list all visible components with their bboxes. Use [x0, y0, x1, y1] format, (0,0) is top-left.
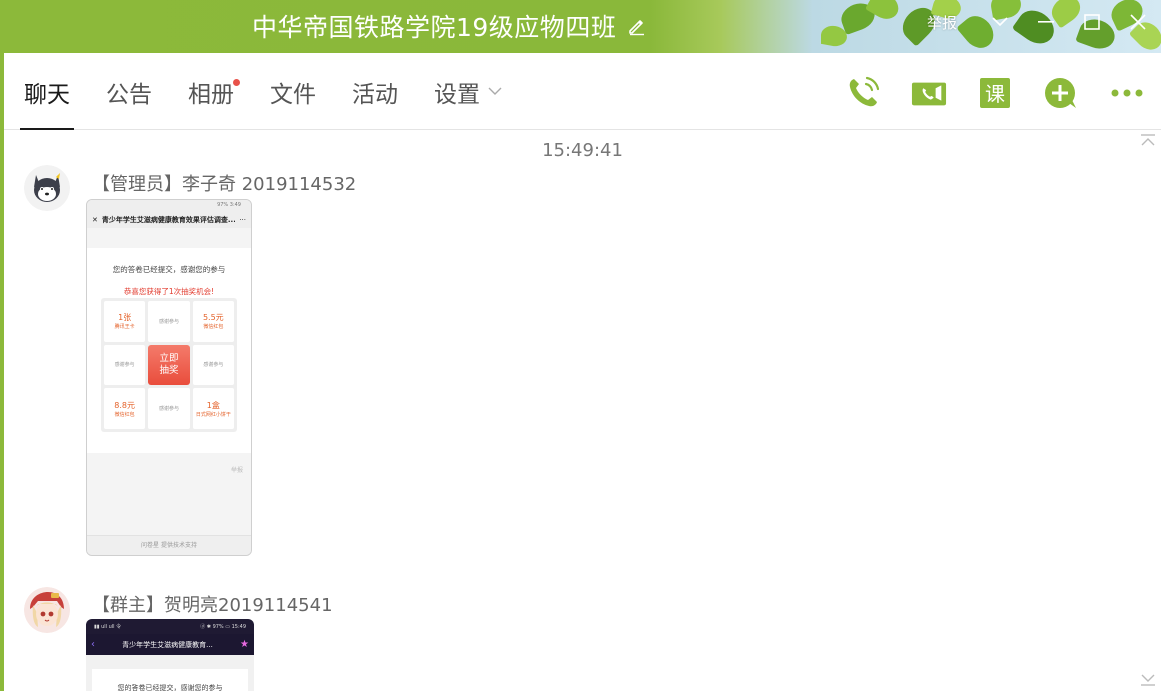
scroll-up-icon[interactable]: [1139, 133, 1157, 147]
prize-cell: 感谢参与: [148, 388, 190, 429]
tab-announcement[interactable]: 公告: [106, 53, 152, 130]
prize-name: 日式网红小饼干: [195, 411, 231, 418]
prize-amount: 5.5元: [202, 313, 224, 323]
status-bar: 97% 3:49: [87, 200, 251, 211]
image-message[interactable]: 97% 3:49 ✕ 青少年学生艾滋病健康教育效果评估调查... ··· 您的答…: [86, 199, 252, 556]
draw-button: 立即 抽奖: [148, 344, 190, 386]
chevron-down-icon[interactable]: [977, 0, 1023, 44]
survey-body: 您的答卷已经提交，感谢您的参与: [86, 655, 254, 691]
toolbar-actions: 课: [845, 75, 1145, 111]
star-icon: ★: [240, 639, 249, 650]
close-icon: ✕: [92, 215, 98, 224]
prize-name: 微信红包: [114, 411, 135, 418]
tab-chat[interactable]: 聊天: [20, 53, 74, 130]
window-controls: 举报: [927, 0, 1161, 44]
prize-cell: 1张 腾讯王卡: [104, 301, 146, 342]
survey-header: ‹ 青少年学生艾滋病健康教育... ★: [86, 634, 254, 655]
qq-group-window: 中华帝国铁路学院19级应物四班 举报 聊天 公告 相册 文件 活动 设置 课 1…: [0, 0, 1161, 691]
prize-cell: 感谢参与: [104, 344, 146, 386]
prize-cell: 8.8元 微信红包: [104, 388, 146, 429]
survey-header: ✕ 青少年学生艾滋病健康教育效果评估调查... ···: [87, 211, 251, 228]
survey-footer: 问卷星 提供技术支持: [87, 535, 251, 555]
tab-files[interactable]: 文件: [270, 53, 316, 130]
tab-label: 文件: [270, 81, 316, 108]
survey-result-card: 您的答卷已经提交，感谢您的参与 恭喜您获得了1次抽奖机会! 1张 腾讯王卡 感谢…: [87, 248, 251, 453]
new-badge: [233, 79, 240, 86]
scroll-down-icon[interactable]: [1139, 673, 1157, 687]
tab-bar: 聊天 公告 相册 文件 活动 设置 课: [4, 53, 1161, 130]
video-call-icon[interactable]: [911, 75, 947, 111]
tab-activity[interactable]: 活动: [352, 53, 398, 130]
survey-title: 青少年学生艾滋病健康教育效果评估调查...: [101, 215, 236, 224]
report-button[interactable]: 举报: [927, 12, 957, 33]
prize-cell: 感谢参与: [148, 301, 190, 342]
sender-name[interactable]: 【群主】贺明亮2019114541: [92, 591, 333, 617]
group-title[interactable]: 中华帝国铁路学院19级应物四班: [252, 8, 648, 44]
report-link: 举报: [230, 467, 243, 474]
close-icon[interactable]: [1115, 0, 1161, 44]
title-bar[interactable]: 中华帝国铁路学院19级应物四班 举报: [0, 0, 1161, 53]
minimize-icon[interactable]: [1023, 0, 1069, 44]
group-name: 中华帝国铁路学院19级应物四班: [252, 13, 617, 42]
tab-label: 活动: [352, 81, 398, 108]
prize-amount: 1张: [118, 313, 132, 323]
more-icon[interactable]: [1109, 75, 1145, 111]
survey-title: 青少年学生艾滋病健康教育...: [122, 640, 213, 649]
thanks-text: 您的答卷已经提交，感谢您的参与: [117, 684, 223, 691]
add-icon[interactable]: [1043, 75, 1079, 111]
status-left: ▮▮ ull ull 令: [94, 624, 122, 630]
thanks-text: 您的答卷已经提交，感谢您的参与: [112, 265, 226, 274]
tab-label: 聊天: [24, 81, 70, 108]
survey-result-card: 您的答卷已经提交，感谢您的参与: [92, 669, 248, 691]
avatar[interactable]: [24, 587, 70, 633]
lottery-text: 恭喜您获得了1次抽奖机会!: [123, 287, 215, 296]
prize-cell: 1盒 日式网红小饼干: [192, 388, 234, 429]
tab-label: 设置: [434, 81, 480, 108]
prize-name: 腾讯王卡: [114, 324, 135, 331]
avatar[interactable]: [24, 165, 70, 211]
course-icon[interactable]: 课: [977, 75, 1013, 111]
status-bar: ▮▮ ull ull 令 ⓓ ✱ 97% ▭ 15:49: [86, 619, 254, 634]
voice-call-icon[interactable]: [845, 75, 881, 111]
prize-amount: 8.8元: [114, 400, 136, 410]
tab-label: 相册: [188, 81, 234, 108]
image-message[interactable]: ▮▮ ull ull 令 ⓓ ✱ 97% ▭ 15:49 ‹ 青少年学生艾滋病健…: [86, 619, 254, 691]
maximize-icon[interactable]: [1069, 0, 1115, 44]
status-right: ⓓ ✱ 97% ▭ 15:49: [200, 624, 246, 630]
tab-list: 聊天 公告 相册 文件 活动 设置: [20, 53, 538, 130]
tab-label: 公告: [106, 81, 152, 108]
prize-amount: 1盒: [206, 400, 220, 410]
sender-name[interactable]: 【管理员】李子奇 2019114532: [92, 170, 356, 196]
chat-area[interactable]: 15:49:41 【管理员】李子奇 2019114532 97% 3:49 ✕ …: [4, 131, 1161, 691]
course-label: 课: [985, 82, 1005, 106]
lottery-grid: 1张 腾讯王卡 感谢参与 5.5元 微信红包 感谢参与 立即 抽奖 感谢参与 8…: [101, 298, 237, 432]
back-icon: ‹: [91, 639, 95, 650]
prize-name: 微信红包: [203, 324, 224, 331]
tab-album[interactable]: 相册: [188, 53, 240, 130]
tab-settings[interactable]: 设置: [434, 53, 502, 130]
prize-cell: 5.5元 微信红包: [192, 301, 234, 342]
chevron-down-icon: [488, 87, 502, 96]
edit-icon[interactable]: [626, 15, 648, 37]
message-timestamp: 15:49:41: [542, 140, 623, 161]
more-icon: ···: [239, 215, 246, 224]
prize-cell: 感谢参与: [192, 344, 234, 386]
